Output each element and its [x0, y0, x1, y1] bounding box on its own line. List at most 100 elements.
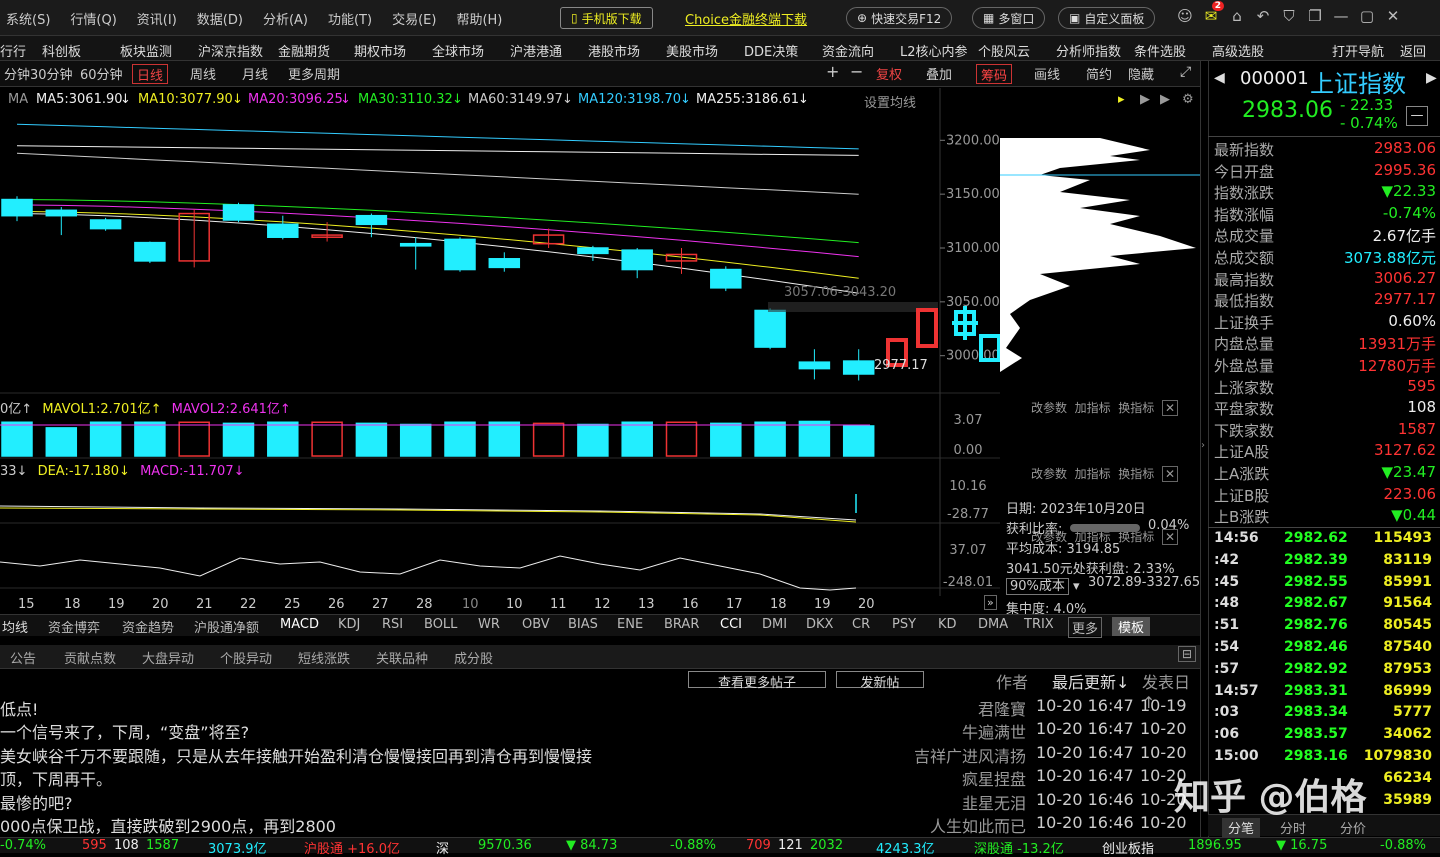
- menu-help[interactable]: 帮助(H): [456, 9, 502, 28]
- tab-hk[interactable]: 港股市场: [588, 41, 640, 60]
- minimize-icon[interactable]: —: [1328, 7, 1354, 25]
- close-icon[interactable]: ✕: [1380, 7, 1406, 25]
- switch-indicator-button[interactable]: 换指标: [1118, 401, 1154, 415]
- fullscreen-icon[interactable]: ⤢: [1176, 64, 1195, 84]
- ind-tab[interactable]: ENE: [617, 617, 643, 632]
- zoom-out-button[interactable]: −: [846, 62, 867, 82]
- ind-tab[interactable]: OBV: [522, 617, 550, 632]
- collapse-panel-icon[interactable]: ⊟: [1178, 646, 1197, 662]
- post-row[interactable]: 一个信号来了，下周，“变盘”将至? 牛遍满世 10-20 16:47 10-20: [0, 719, 1200, 742]
- ind-tab[interactable]: 均线: [2, 617, 28, 636]
- back-button[interactable]: 返回: [1400, 41, 1426, 60]
- menu-news[interactable]: 资讯(I): [137, 9, 177, 28]
- ind-tab[interactable]: 沪股通净额: [194, 617, 259, 636]
- post-row[interactable]: 顶，下周再干。 疯星捏盘 10-20 16:47 10-20: [0, 766, 1200, 789]
- ind-tab[interactable]: DMI: [762, 617, 787, 632]
- maximize-icon[interactable]: ▢: [1354, 7, 1380, 25]
- switch-indicator-button[interactable]: 换指标: [1118, 467, 1154, 481]
- info-tab[interactable]: 贡献点数: [64, 648, 116, 667]
- info-tab[interactable]: 关联品种: [376, 648, 428, 667]
- multi-window-button[interactable]: ▦ 多窗口: [972, 7, 1046, 29]
- hide-button[interactable]: 隐藏: [1124, 64, 1158, 84]
- ind-tab[interactable]: KD: [938, 617, 957, 632]
- collapse-icon[interactable]: ›: [1201, 440, 1205, 451]
- period-day[interactable]: 日线: [132, 64, 169, 84]
- period-60m[interactable]: 60分钟: [76, 64, 127, 84]
- post-row[interactable]: 美女峡谷千万不要跟随，只是从去年接触开始盈利清仓慢慢接回再到清仓再到慢慢接 吉祥广…: [0, 743, 1200, 766]
- tab-kcb[interactable]: 科创板: [42, 41, 81, 60]
- more-posts-button[interactable]: 查看更多帖子: [688, 671, 826, 691]
- tab-l2[interactable]: L2核心内参: [900, 41, 968, 60]
- updated-header[interactable]: 最后更新↓: [1052, 669, 1129, 693]
- menu-system[interactable]: 系统(S): [6, 9, 50, 28]
- menu-quotes[interactable]: 行情(Q): [70, 9, 116, 28]
- close-icon[interactable]: ✕: [1161, 400, 1178, 416]
- mobile-download-button[interactable]: ▯ 手机版下载: [560, 7, 653, 29]
- ind-tab[interactable]: BIAS: [568, 617, 598, 632]
- info-tab[interactable]: 公告: [10, 648, 36, 667]
- ind-tab[interactable]: TRIX: [1024, 617, 1054, 632]
- ind-tab[interactable]: KDJ: [338, 617, 360, 632]
- mail-icon[interactable]: ✉ 2: [1198, 1, 1224, 25]
- ind-tab[interactable]: DMA: [978, 617, 1008, 632]
- undo-icon[interactable]: ↶: [1250, 7, 1276, 25]
- tab-stock-news[interactable]: 个股风云: [978, 41, 1030, 60]
- template-button[interactable]: 模板: [1112, 617, 1151, 636]
- menu-trade[interactable]: 交易(E): [392, 9, 436, 28]
- tab-fundflow[interactable]: 资金流向: [822, 41, 874, 60]
- user-icon[interactable]: ☺: [1172, 7, 1198, 25]
- period-more[interactable]: 更多周期: [284, 64, 344, 84]
- cost-select[interactable]: 90%成本: [1006, 578, 1069, 595]
- fast-trade-button[interactable]: ⊕ 快速交易F12: [846, 7, 953, 29]
- tab-adv-screener[interactable]: 高级选股: [1212, 41, 1264, 60]
- menu-function[interactable]: 功能(T): [328, 9, 372, 28]
- ind-tab[interactable]: BRAR: [664, 617, 699, 632]
- add-indicator-button[interactable]: 加指标: [1075, 467, 1111, 481]
- ma-settings-button[interactable]: 设置均线: [864, 92, 916, 111]
- ind-tab[interactable]: 资金趋势: [122, 617, 174, 636]
- info-tab[interactable]: 短线涨跌: [298, 648, 350, 667]
- prev-stock-icon[interactable]: ◀: [1214, 70, 1225, 86]
- tab-analyst[interactable]: 分析师指数: [1056, 41, 1121, 60]
- tab-us[interactable]: 美股市场: [666, 41, 718, 60]
- new-post-button[interactable]: 发新帖: [836, 671, 924, 691]
- period-30m[interactable]: 30分钟: [26, 64, 77, 84]
- info-tab[interactable]: 成分股: [454, 648, 493, 667]
- ind-tab[interactable]: RSI: [382, 617, 403, 632]
- info-tab[interactable]: 个股异动: [220, 648, 272, 667]
- tab-index[interactable]: 沪深京指数: [198, 41, 263, 60]
- next-stock-icon[interactable]: ▶: [1426, 70, 1437, 86]
- ind-tab[interactable]: BOLL: [424, 617, 457, 632]
- zoom-in-button[interactable]: +: [822, 62, 843, 82]
- add-indicator-button[interactable]: 加指标: [1075, 401, 1111, 415]
- home-icon[interactable]: ⌂: [1224, 7, 1250, 25]
- chip-button[interactable]: 筹码: [976, 64, 1013, 84]
- restore-icon[interactable]: ❐: [1302, 7, 1328, 25]
- tab-0[interactable]: 行行: [0, 41, 26, 60]
- more-indicators-button[interactable]: 更多: [1068, 617, 1103, 638]
- tab-dde[interactable]: DDE决策: [744, 41, 798, 60]
- period-month[interactable]: 月线: [238, 64, 272, 84]
- post-row[interactable]: 低点! 君隆寶 10-20 16:47 10-19: [0, 696, 1200, 719]
- ind-tab[interactable]: CCI: [720, 617, 742, 632]
- overlay-button[interactable]: 叠加: [922, 64, 956, 84]
- adjust-button[interactable]: 复权: [872, 64, 906, 84]
- post-row[interactable]: 最惨的吧? 韭星无泪 10-20 16:46 10-20: [0, 790, 1200, 813]
- simple-button[interactable]: 简约: [1082, 64, 1116, 84]
- tab-global[interactable]: 全球市场: [432, 41, 484, 60]
- tab-futures[interactable]: 金融期货: [278, 41, 330, 60]
- open-nav-button[interactable]: 打开导航: [1332, 41, 1384, 60]
- double-chevron-right-icon[interactable]: »: [984, 595, 997, 610]
- tab-options[interactable]: 期权市场: [354, 41, 406, 60]
- tick-tab[interactable]: 分时: [1280, 818, 1306, 837]
- draw-button[interactable]: 画线: [1030, 64, 1064, 84]
- info-tab[interactable]: 大盘异动: [142, 648, 194, 667]
- edit-params-button[interactable]: 改参数: [1031, 401, 1067, 415]
- tab-screener[interactable]: 条件选股: [1134, 41, 1186, 60]
- choice-download-link[interactable]: Choice金融终端下载: [685, 9, 807, 28]
- post-row[interactable]: 000点保卫战，直接跌破到2900点，再到2800 人生如此而已 10-20 16:…: [0, 813, 1200, 836]
- tab-hk-connect[interactable]: 沪港港通: [510, 41, 562, 60]
- ind-tab[interactable]: DKX: [806, 617, 833, 632]
- ind-tab[interactable]: 资金博弈: [48, 617, 100, 636]
- ind-tab[interactable]: PSY: [892, 617, 916, 632]
